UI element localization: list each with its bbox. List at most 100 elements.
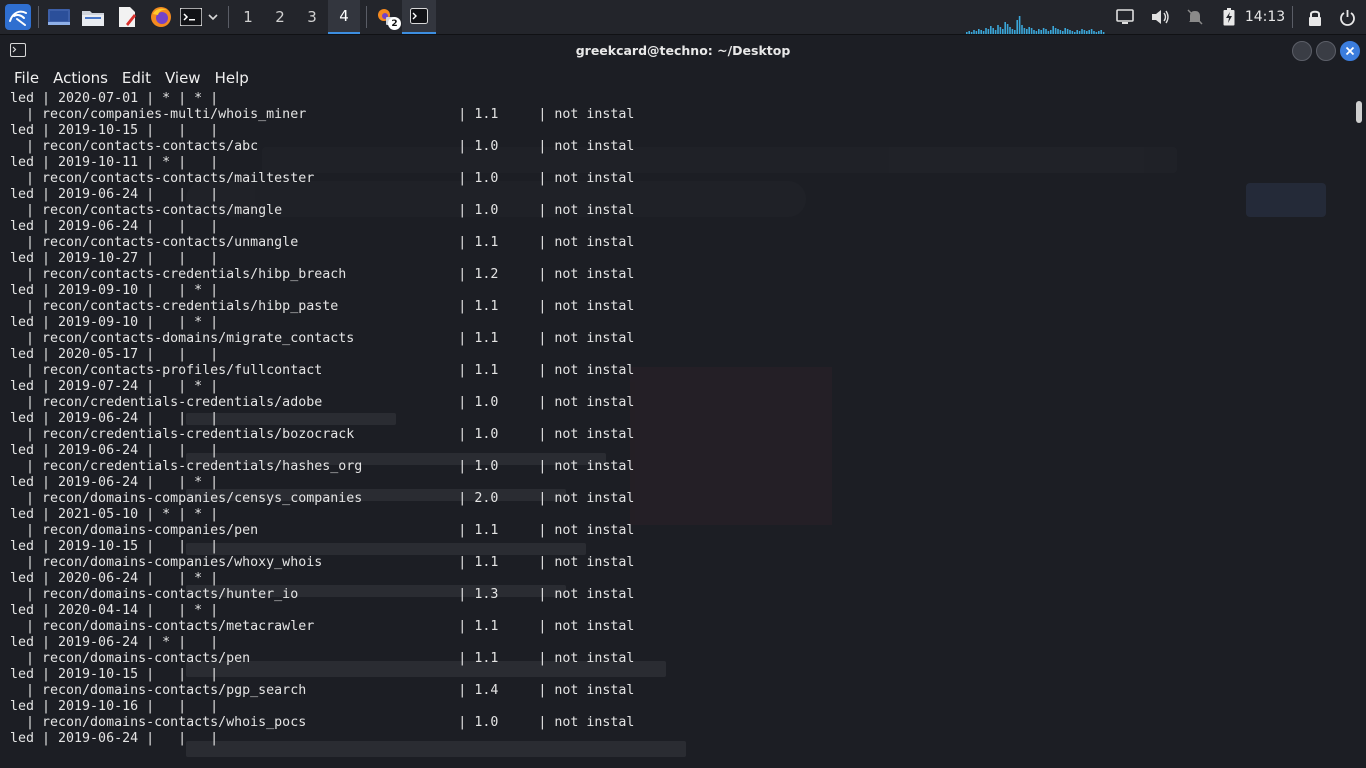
terminal-scrollbar[interactable] xyxy=(1352,91,1366,768)
volume-icon[interactable] xyxy=(1150,3,1172,31)
firefox-icon[interactable] xyxy=(148,3,174,31)
terminal-line: led | 2019-10-15 | | | xyxy=(10,539,219,554)
window-title: greekcard@techno: ~/Desktop xyxy=(575,43,791,58)
network-graph-bar xyxy=(1054,28,1057,34)
terminal-line: led | 2019-06-24 | * | | xyxy=(10,635,219,650)
network-graph-bar xyxy=(1071,31,1074,34)
network-graph-bar xyxy=(992,28,994,34)
network-graph-bar xyxy=(1047,31,1050,34)
network-graph-bar xyxy=(1057,29,1059,34)
taskbar-terminal[interactable] xyxy=(402,0,436,34)
network-graph-bar xyxy=(1088,30,1090,34)
lock-icon[interactable] xyxy=(1304,3,1326,31)
network-graph-bar xyxy=(1062,31,1064,34)
terminal-line: | recon/contacts-credentials/hibp_breach… xyxy=(10,267,635,282)
terminal-lines: led | 2020-07-01 | * | * | | recon/compa… xyxy=(0,91,1352,747)
terminal-line: led | 2019-10-16 | | | xyxy=(10,699,219,714)
terminal-line: led | 2019-06-24 | | * | xyxy=(10,475,219,490)
terminal-line: led | 2019-10-15 | | | xyxy=(10,123,219,138)
network-graph-bar xyxy=(1076,30,1078,34)
workspace-2[interactable]: 2 xyxy=(264,0,296,34)
network-graph-bar xyxy=(1014,30,1016,34)
terminal-line: | recon/credentials-credentials/bozocrac… xyxy=(10,427,635,442)
menu-actions[interactable]: Actions xyxy=(46,67,115,91)
workspace-3[interactable]: 3 xyxy=(296,0,328,34)
network-graph-bar xyxy=(985,28,987,34)
window-titlebar[interactable]: greekcard@techno: ~/Desktop xyxy=(0,35,1366,67)
network-icon[interactable] xyxy=(1114,3,1136,31)
network-graph-bar xyxy=(994,30,997,34)
network-graph-bar xyxy=(1090,29,1093,34)
terminal-window: greekcard@techno: ~/Desktop File Actions… xyxy=(0,35,1366,768)
network-graph-bar xyxy=(982,31,985,34)
network-graph-bar xyxy=(1086,31,1088,34)
terminal-line: | recon/domains-companies/whoxy_whois | … xyxy=(10,555,635,570)
network-graph-bar xyxy=(975,31,978,34)
network-graph-bar xyxy=(973,30,975,34)
notification-badge: 2 xyxy=(388,17,401,30)
desktop-icon[interactable] xyxy=(46,3,72,31)
text-editor-icon[interactable] xyxy=(114,3,140,31)
terminal-line: | recon/domains-contacts/whois_pocs | 1.… xyxy=(10,715,635,730)
maximize-button[interactable] xyxy=(1316,41,1336,61)
network-graph-bar xyxy=(1059,30,1062,34)
terminal-line: | recon/domains-contacts/pen | 1.1 | not… xyxy=(10,651,635,666)
kali-menu-icon[interactable] xyxy=(3,3,33,31)
terminal-output[interactable]: led | 2020-07-01 | * | * | | recon/compa… xyxy=(0,91,1352,768)
network-graph-bar xyxy=(1069,30,1071,34)
network-graph-bar xyxy=(1078,31,1081,34)
network-graph-bar xyxy=(978,29,980,34)
scrollbar-thumb[interactable] xyxy=(1356,101,1362,123)
network-graph-bar xyxy=(1095,32,1098,34)
network-graph-bar xyxy=(1028,27,1030,34)
close-icon xyxy=(1345,46,1355,56)
minimize-button[interactable] xyxy=(1292,41,1312,61)
network-graph-bar xyxy=(987,29,990,34)
menu-bar: File Actions Edit View Help xyxy=(0,67,1366,91)
terminal-line: led | 2019-06-24 | | | xyxy=(10,219,219,234)
file-manager-icon[interactable] xyxy=(80,3,106,31)
terminal-line: | recon/companies-multi/whois_miner | 1.… xyxy=(10,107,635,122)
network-graph xyxy=(966,16,1105,34)
network-graph-bar xyxy=(1040,30,1042,34)
close-button[interactable] xyxy=(1340,41,1360,61)
power-icon[interactable] xyxy=(1336,3,1358,31)
terminal-line: led | 2020-07-01 | * | * | xyxy=(10,91,219,106)
network-graph-bar xyxy=(1083,30,1086,34)
terminal-line: led | 2019-06-24 | | | xyxy=(10,187,219,202)
terminal-line: | recon/domains-companies/censys_compani… xyxy=(10,491,635,506)
terminal-line: | recon/contacts-credentials/hibp_paste … xyxy=(10,299,635,314)
terminal-line: | recon/domains-contacts/hunter_io | 1.3… xyxy=(10,587,635,602)
network-graph-bar xyxy=(1016,20,1018,34)
workspace-4[interactable]: 4 xyxy=(328,0,360,34)
notifications-muted-icon[interactable] xyxy=(1184,3,1206,31)
panel-separator xyxy=(366,6,367,28)
network-graph-bar xyxy=(997,25,999,34)
terminal-line: | recon/domains-companies/pen | 1.1 | no… xyxy=(10,523,635,538)
network-graph-bar xyxy=(1074,32,1076,34)
menu-edit[interactable]: Edit xyxy=(115,67,158,91)
network-graph-bar xyxy=(999,27,1002,34)
battery-icon[interactable] xyxy=(1220,3,1238,31)
chevron-down-icon[interactable] xyxy=(205,3,221,31)
network-graph-bar xyxy=(1066,29,1069,34)
clock[interactable]: 14:13 xyxy=(1244,0,1286,34)
terminal-line: led | 2019-09-10 | | * | xyxy=(10,283,219,298)
network-graph-bar xyxy=(1093,31,1095,34)
network-graph-bar xyxy=(1018,16,1021,34)
terminal-icon[interactable] xyxy=(179,3,203,31)
terminal-line: led | 2019-06-24 | | | xyxy=(10,443,219,458)
terminal-line: led | 2019-06-24 | | | xyxy=(10,411,219,426)
terminal-line: | recon/contacts-contacts/unmangle | 1.1… xyxy=(10,235,635,250)
terminal-line: led | 2020-04-14 | | * | xyxy=(10,603,219,618)
taskbar-app-group[interactable]: 2 xyxy=(372,0,402,34)
network-graph-bar xyxy=(1081,29,1083,34)
terminal-line: led | 2020-05-17 | | | xyxy=(10,347,219,362)
workspace-1[interactable]: 1 xyxy=(232,0,264,34)
menu-view[interactable]: View xyxy=(158,67,208,91)
terminal-line: | recon/domains-contacts/pgp_search | 1.… xyxy=(10,683,635,698)
menu-file[interactable]: File xyxy=(0,67,46,91)
menu-help[interactable]: Help xyxy=(208,67,256,91)
terminal-line: | recon/contacts-domains/migrate_contact… xyxy=(10,331,635,346)
network-graph-bar xyxy=(1064,28,1066,34)
